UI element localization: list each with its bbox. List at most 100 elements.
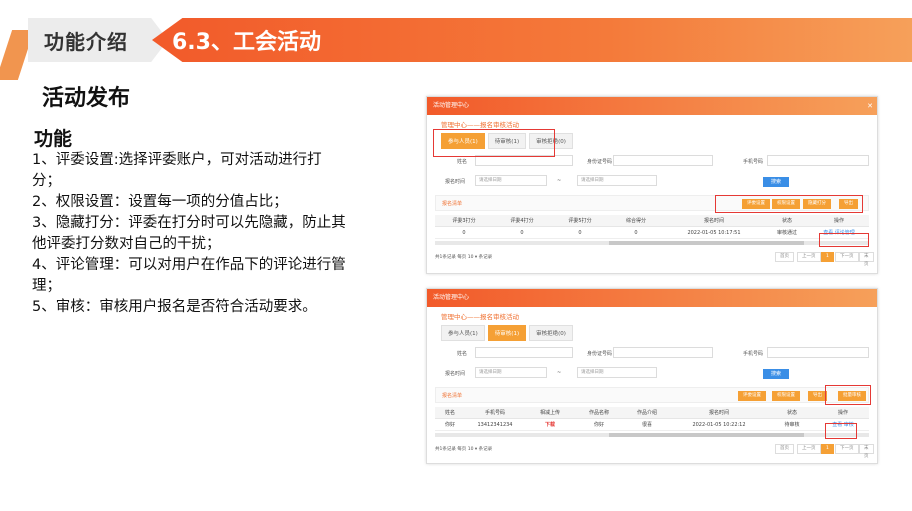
column-header: 综合得分 <box>625 218 646 224</box>
list-toolbar: 报名清单 评委设置 权限设置 导出 批量审核 <box>435 387 869 403</box>
download-link[interactable]: 下载 <box>525 419 575 430</box>
prev-page-button[interactable]: 上一页 <box>797 444 821 454</box>
first-page-button[interactable]: 首页 <box>775 252 794 262</box>
phone-label: 手机号码 <box>743 351 764 357</box>
feature-item: 2、权限设置：设置每一项的分值占比； <box>32 194 288 210</box>
table-cell: 13412341234 <box>477 422 513 428</box>
horizontal-scrollbar[interactable] <box>435 433 869 437</box>
features-title: 功能 <box>34 128 73 150</box>
window-title: 活动管理中心 <box>433 102 470 109</box>
last-page-button[interactable]: 末页 <box>859 444 874 459</box>
table-cell: 你好 <box>593 422 604 428</box>
window-titlebar: 活动管理中心 <box>427 289 877 307</box>
last-page-button[interactable]: 末页 <box>859 252 874 267</box>
table-cell: 0 <box>634 230 638 236</box>
time-label: 报名时间 <box>445 179 466 185</box>
end-date-input[interactable]: 请选择日期 <box>577 367 657 378</box>
range-dash: ~ <box>557 370 562 376</box>
column-header: 操作 <box>833 218 844 224</box>
start-date-input[interactable]: 请选择日期 <box>475 175 547 186</box>
table-cell: 2022-01-05 10:22:12 <box>692 422 746 428</box>
filter-row-1: 姓名 身份证号码 手机号码 <box>427 155 877 169</box>
list-label: 报名清单 <box>442 201 463 207</box>
slide-subtitle: 活动发布 <box>42 86 131 111</box>
pagination: 共1条记录 每页 10 ▾ 条记录 首页 上一页 1 下一页 末页 <box>435 443 874 459</box>
name-label: 姓名 <box>457 159 468 165</box>
table-cell: 0 <box>520 230 524 236</box>
row-action-highlight <box>819 233 869 247</box>
table-cell: 0 <box>462 230 466 236</box>
pagination: 共1条记录 每页 10 ▾ 条记录 首页 上一页 1 下一页 末页 <box>435 251 874 267</box>
window-titlebar: 活动管理中心 ✕ <box>427 97 877 115</box>
column-header: 作品介绍 <box>636 410 657 416</box>
column-header: 相减上传 <box>539 410 560 416</box>
column-header: 评委3打分 <box>452 218 476 224</box>
row-action-highlight <box>825 423 857 439</box>
actions-highlight <box>715 195 863 213</box>
table-cell: 2022-01-05 10:17:51 <box>687 230 741 236</box>
table-header: 评委3打分 评委4打分 评委5打分 综合得分 报名时间 状态 操作 <box>435 215 869 227</box>
table-cell: 待审核 <box>784 422 800 428</box>
filter-row-2: 报名时间 请选择日期 ~ 请选择日期 搜索 <box>427 367 877 381</box>
table-cell: 审核通过 <box>776 230 797 236</box>
permission-settings-button[interactable]: 权限设置 <box>772 391 800 401</box>
search-button[interactable]: 搜索 <box>763 369 790 379</box>
column-header: 报名时间 <box>703 218 724 224</box>
close-icon[interactable]: ✕ <box>867 97 873 115</box>
tab-bar: 参与人员(1) 待审核(1) 审核拒绝(0) <box>441 325 877 341</box>
list-label: 报名清单 <box>442 393 463 399</box>
feature-item: 3、隐藏打分：评委在打分时可以先隐藏，防止其他评委打分数对自己的干扰； <box>32 215 346 252</box>
page-title: 6.3、工会活动 <box>172 30 321 55</box>
feature-item: 4、评论管理：可以对用户在作品下的评论进行管理； <box>32 257 346 294</box>
feature-item: 5、审核：审核用户报名是否符合活动要求。 <box>32 299 317 315</box>
features-list: 1、评委设置:选择评委账户，可对活动进行打分； 2、权限设置：设置每一项的分值占… <box>32 150 350 318</box>
breadcrumb: 管理中心——报名审核活动 <box>441 121 519 129</box>
column-header: 操作 <box>837 410 848 416</box>
column-header: 评委4打分 <box>510 218 534 224</box>
id-input[interactable] <box>613 347 713 358</box>
screenshot-judging: 活动管理中心 ✕ 管理中心——报名审核活动 参与人员(1) 待审核(1) 审核拒… <box>426 96 878 274</box>
table-cell: 很喜 <box>641 422 652 428</box>
filter-row-1: 姓名 身份证号码 手机号码 <box>427 347 877 361</box>
table-row: 0 0 0 0 2022-01-05 10:17:51 审核通过 查看 评论管理 <box>435 227 869 239</box>
tab-participants[interactable]: 参与人员(1) <box>441 325 485 341</box>
range-dash: ~ <box>557 178 562 184</box>
batch-review-highlight <box>825 385 871 405</box>
filter-row-2: 报名时间 请选择日期 ~ 请选择日期 搜索 <box>427 175 877 189</box>
column-header: 状态 <box>786 410 797 416</box>
table-cell: 0 <box>578 230 582 236</box>
table-cell: 你好 <box>444 422 455 428</box>
judge-settings-button[interactable]: 评委设置 <box>738 391 766 401</box>
breadcrumb: 管理中心——报名审核活动 <box>441 313 519 321</box>
column-header: 状态 <box>781 218 792 224</box>
title-banner: 6.3、工会活动 <box>152 18 912 62</box>
section-label: 功能介绍 <box>44 29 128 54</box>
feature-item: 1、评委设置:选择评委账户，可对活动进行打分； <box>32 152 322 189</box>
end-date-input[interactable]: 请选择日期 <box>577 175 657 186</box>
column-header: 姓名 <box>444 410 455 416</box>
pagination-summary: 共1条记录 每页 10 ▾ 条记录 <box>435 447 493 452</box>
table-header: 姓名 手机号码 相减上传 作品名称 作品介绍 报名时间 状态 操作 <box>435 407 869 419</box>
name-input[interactable] <box>475 347 573 358</box>
page-1-button[interactable]: 1 <box>821 252 834 262</box>
id-label: 身份证号码 <box>587 351 613 357</box>
pagination-summary: 共1条记录 每页 10 ▾ 条记录 <box>435 255 493 260</box>
phone-label: 手机号码 <box>743 159 764 165</box>
id-input[interactable] <box>613 155 713 166</box>
tabs-highlight <box>433 129 555 157</box>
next-page-button[interactable]: 下一页 <box>835 444 859 454</box>
prev-page-button[interactable]: 上一页 <box>797 252 821 262</box>
horizontal-scrollbar[interactable] <box>435 241 869 245</box>
first-page-button[interactable]: 首页 <box>775 444 794 454</box>
start-date-input[interactable]: 请选择日期 <box>475 367 547 378</box>
next-page-button[interactable]: 下一页 <box>835 252 859 262</box>
column-header: 评委5打分 <box>568 218 592 224</box>
phone-input[interactable] <box>767 155 869 166</box>
column-header: 作品名称 <box>588 410 609 416</box>
page-1-button[interactable]: 1 <box>821 444 834 454</box>
tab-pending[interactable]: 待审核(1) <box>487 325 527 341</box>
search-button[interactable]: 搜索 <box>763 177 790 187</box>
screenshot-review: 活动管理中心 管理中心——报名审核活动 参与人员(1) 待审核(1) 审核拒绝(… <box>426 288 878 464</box>
tab-rejected[interactable]: 审核拒绝(0) <box>529 325 573 341</box>
phone-input[interactable] <box>767 347 869 358</box>
